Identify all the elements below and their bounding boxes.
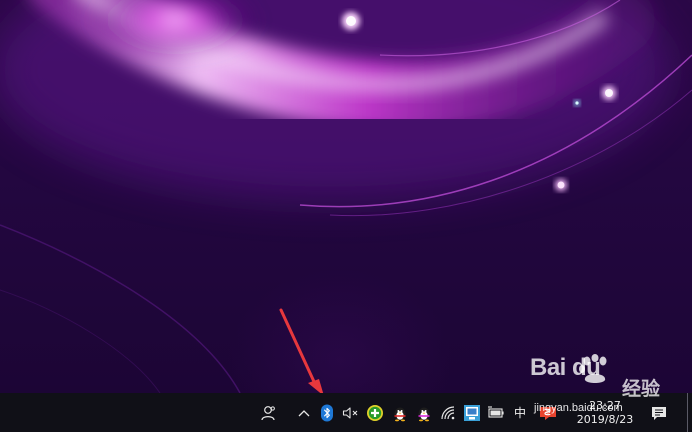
taskbar: 中 23:27 2019/8/23 <box>0 393 692 432</box>
qq-penguin-icon[interactable] <box>390 393 410 432</box>
ime-label: 中 <box>513 406 526 420</box>
chevron-up-icon[interactable] <box>294 393 314 432</box>
bluetooth-icon[interactable] <box>318 393 336 432</box>
action-center-icon[interactable] <box>648 393 670 432</box>
desktop-wallpaper <box>0 0 692 393</box>
ime-indicator[interactable]: 中 <box>510 393 530 432</box>
clock[interactable]: 23:27 2019/8/23 <box>568 393 642 432</box>
wallpaper-graphic <box>0 0 692 393</box>
network-adapter-icon[interactable] <box>462 393 482 432</box>
battery-icon[interactable] <box>486 393 506 432</box>
qq-penguin-icon[interactable] <box>414 393 434 432</box>
wifi-icon[interactable] <box>439 393 459 432</box>
show-desktop-button[interactable] <box>687 393 692 432</box>
360-security-icon[interactable] <box>365 393 385 432</box>
sogou-input-icon[interactable] <box>536 393 560 432</box>
speaker-muted-icon[interactable] <box>341 393 361 432</box>
clock-date: 2019/8/23 <box>576 412 634 426</box>
people-icon[interactable] <box>256 393 280 432</box>
clock-time: 23:27 <box>589 398 621 412</box>
